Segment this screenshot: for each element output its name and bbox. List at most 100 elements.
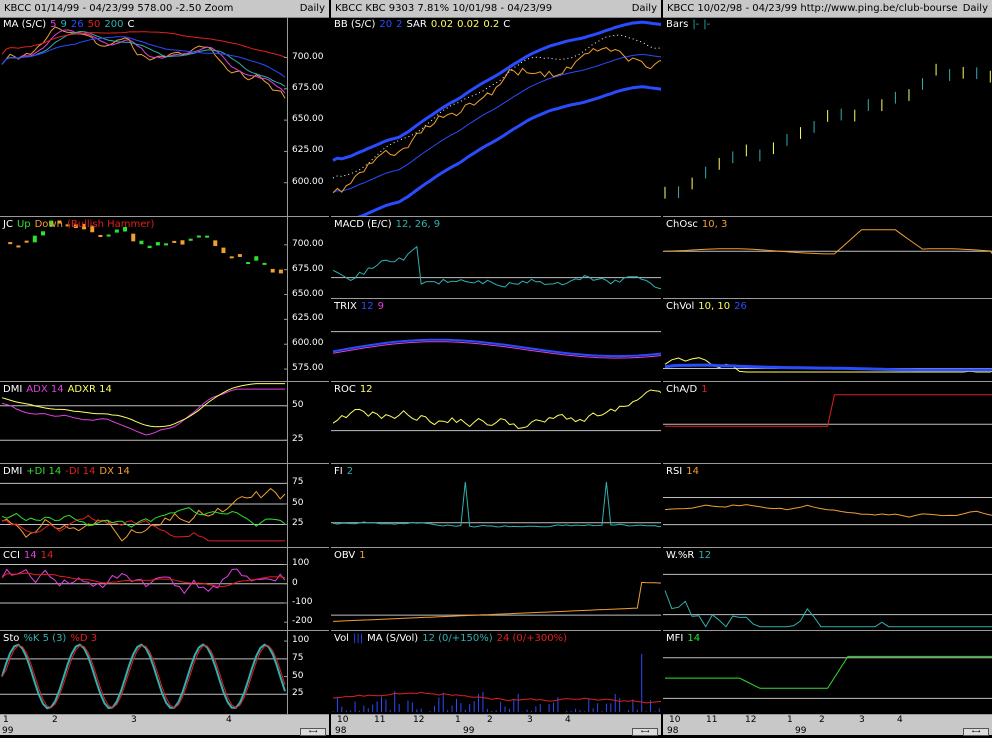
- candle: [41, 231, 46, 236]
- period-dropdown[interactable]: Daily: [632, 0, 657, 17]
- indicator-panel[interactable]: FI2100,0000: [331, 464, 661, 548]
- indicator-panel[interactable]: Bars|-|-700.00650.00600.00550.00500.0045…: [663, 17, 992, 217]
- indicator-panel[interactable]: MA (S/C) 5 9 26 50 200 C 700.00 675.00 650.00 625.…: [0, 17, 329, 217]
- legend-item: ADXR 14: [67, 384, 112, 395]
- legend-item: +DI 14: [26, 466, 62, 477]
- chart-window-1[interactable]: KBCC 01/14/99 - 04/23/99 578.00 -2.50 Zo…: [0, 0, 329, 738]
- y-tick-label: 625.00: [292, 145, 324, 156]
- legend-item: CCI: [3, 550, 20, 561]
- y-tick-label: 675.00: [292, 263, 324, 274]
- window-title-bar[interactable]: KBCC 01/14/99 - 04/23/99 578.00 -2.50 Zo…: [0, 0, 329, 18]
- legend-item: Vol: [334, 633, 349, 644]
- legend-item: |||: [352, 633, 364, 644]
- indicator-panel[interactable]: W.%R12100755025: [663, 548, 992, 631]
- legend-item: C: [503, 19, 511, 30]
- plot-area: [331, 389, 661, 432]
- chart-window-3[interactable]: KBCC 10/02/98 - 04/23/99 http://www.ping…: [663, 0, 992, 738]
- trix-line: [332, 338, 661, 358]
- y-tick-label: 100: [292, 635, 310, 646]
- legend-item: -DI 14: [65, 466, 96, 477]
- plot-area: [8, 220, 287, 370]
- y-tick-label: 25: [292, 434, 304, 445]
- x-tick-label: 10: [337, 715, 349, 725]
- candle: [32, 235, 37, 243]
- legend-item: 12: [360, 301, 374, 312]
- indicator-legend: JC Up Down (Bullish Hammer): [3, 219, 158, 230]
- period-dropdown[interactable]: Daily: [300, 0, 325, 17]
- indicator-panel[interactable]: CCI 14 14 100 0 -100 -200: [0, 548, 329, 631]
- legend-item: |-: [703, 19, 711, 30]
- plot-area: [331, 581, 661, 622]
- y-tick-label: 675.00: [292, 82, 324, 93]
- x-axis: 10 11 12 1 2 3 4 98 99 ⟷: [663, 715, 992, 736]
- x-tick-label: 12: [745, 715, 757, 725]
- chart-window-2[interactable]: KBCC KBC 9303 7.81% 10/01/98 - 04/23/99 D…: [331, 0, 661, 738]
- legend-item: TRIX: [334, 301, 357, 312]
- indicator-panel[interactable]: JC Up Down (Bullish Hammer) 700.00 675.00 650.…: [0, 217, 329, 382]
- indicator-panel[interactable]: TRIX1290.500.00-0.50-1.00: [331, 299, 661, 382]
- candle: [106, 234, 111, 237]
- indicator-panel[interactable]: Sto %K 5 (3) %D 3 100 75 50 25: [0, 631, 329, 715]
- indicator-panel[interactable]: OBV110,0000: [331, 548, 661, 631]
- legend-item: MFI: [666, 633, 684, 644]
- indicator-panel[interactable]: ChOsc10, 32,5000-2,500: [663, 217, 992, 299]
- stoch-k-line: [1, 643, 286, 710]
- indicator-legend: MFI 14: [666, 633, 704, 644]
- x-tick-label: 1: [455, 715, 461, 725]
- y-tick-label: 650.00: [292, 288, 324, 299]
- legend-item: SAR: [406, 19, 427, 30]
- legend-item: MA (S/C): [3, 19, 47, 30]
- indicator-legend: CCI 14 14: [3, 550, 57, 561]
- plot-area: [663, 655, 992, 699]
- legend-item: 20: [379, 19, 393, 30]
- y-tick-label: 25: [292, 688, 304, 699]
- indicator-panel[interactable]: Vol ||| MA (S/Vol) 12 (0/+150%) 24 (0/+300%)…: [331, 631, 661, 715]
- window-title-bar[interactable]: KBCC KBC 9303 7.81% 10/01/98 - 04/23/99 D…: [331, 0, 661, 18]
- scroll-handle-icon[interactable]: ⟷: [300, 728, 326, 736]
- window-title-bar[interactable]: KBCC 10/02/98 - 04/23/99 http://www.ping…: [663, 0, 992, 18]
- y-tick-label: 700.00: [292, 238, 324, 249]
- candle: [205, 235, 210, 238]
- legend-item: 200: [104, 19, 124, 30]
- y-axis: [287, 382, 288, 463]
- legend-item: 14: [686, 466, 699, 477]
- indicator-legend: Bars |- |-: [666, 19, 714, 30]
- chaikin-osc-line: [664, 229, 992, 255]
- indicator-panel[interactable]: DMI +DI 14 -DI 14 DX 14 75 50 25: [0, 464, 329, 548]
- candle: [196, 235, 201, 238]
- legend-item: 0.2: [483, 19, 500, 30]
- year-label: 99: [2, 726, 14, 736]
- obv-line: [332, 581, 661, 622]
- trix-signal-line: [332, 341, 661, 359]
- indicator-panel[interactable]: ROC1250.0025.000.00-25.00: [331, 382, 661, 464]
- indicator-panel[interactable]: DMI ADX 14 ADXR 14 50 25: [0, 382, 329, 464]
- indicator-panel[interactable]: MFI14100755025: [663, 631, 992, 715]
- y-axis: [287, 548, 288, 630]
- indicator-panel[interactable]: MACD (E/C)12, 26, 920.0010.000.00: [331, 217, 661, 299]
- x-tick-label: 4: [897, 715, 903, 725]
- indicator-panel[interactable]: BB (S/C)202SAR0.020.020.2C700.00650.0060…: [331, 17, 661, 217]
- indicator-panel[interactable]: ChA/D15,0000-5,000: [663, 382, 992, 464]
- scroll-handle-icon[interactable]: ⟷: [632, 728, 658, 736]
- legend-item: ADX 14: [26, 384, 64, 395]
- y-axis: [287, 464, 288, 547]
- legend-item: ChA/D: [666, 384, 698, 395]
- indicator-panel[interactable]: RSI14100755025: [663, 464, 992, 548]
- x-tick-label: 11: [374, 715, 386, 725]
- bb-lower-line: [357, 85, 661, 216]
- legend-item: 0.02: [457, 19, 480, 30]
- x-tick-label: 3: [131, 715, 137, 725]
- x-tick-label: 12: [413, 715, 425, 725]
- indicator-legend: Sto %K 5 (3) %D 3: [3, 633, 101, 644]
- scroll-handle-icon[interactable]: ⟷: [963, 728, 989, 736]
- candle: [229, 256, 234, 259]
- y-tick-label: 50: [292, 399, 304, 410]
- chaikin-ad-line: [665, 394, 992, 427]
- legend-item: 14: [687, 633, 701, 644]
- legend-item: 12: [698, 550, 712, 561]
- period-dropdown[interactable]: Daily: [963, 0, 988, 17]
- indicator-panel[interactable]: ChVol10, 10263002001000: [663, 299, 992, 382]
- legend-item: 50: [87, 19, 101, 30]
- chaikin-vol-ma-line: [664, 363, 992, 372]
- ma50-line: [1, 31, 286, 58]
